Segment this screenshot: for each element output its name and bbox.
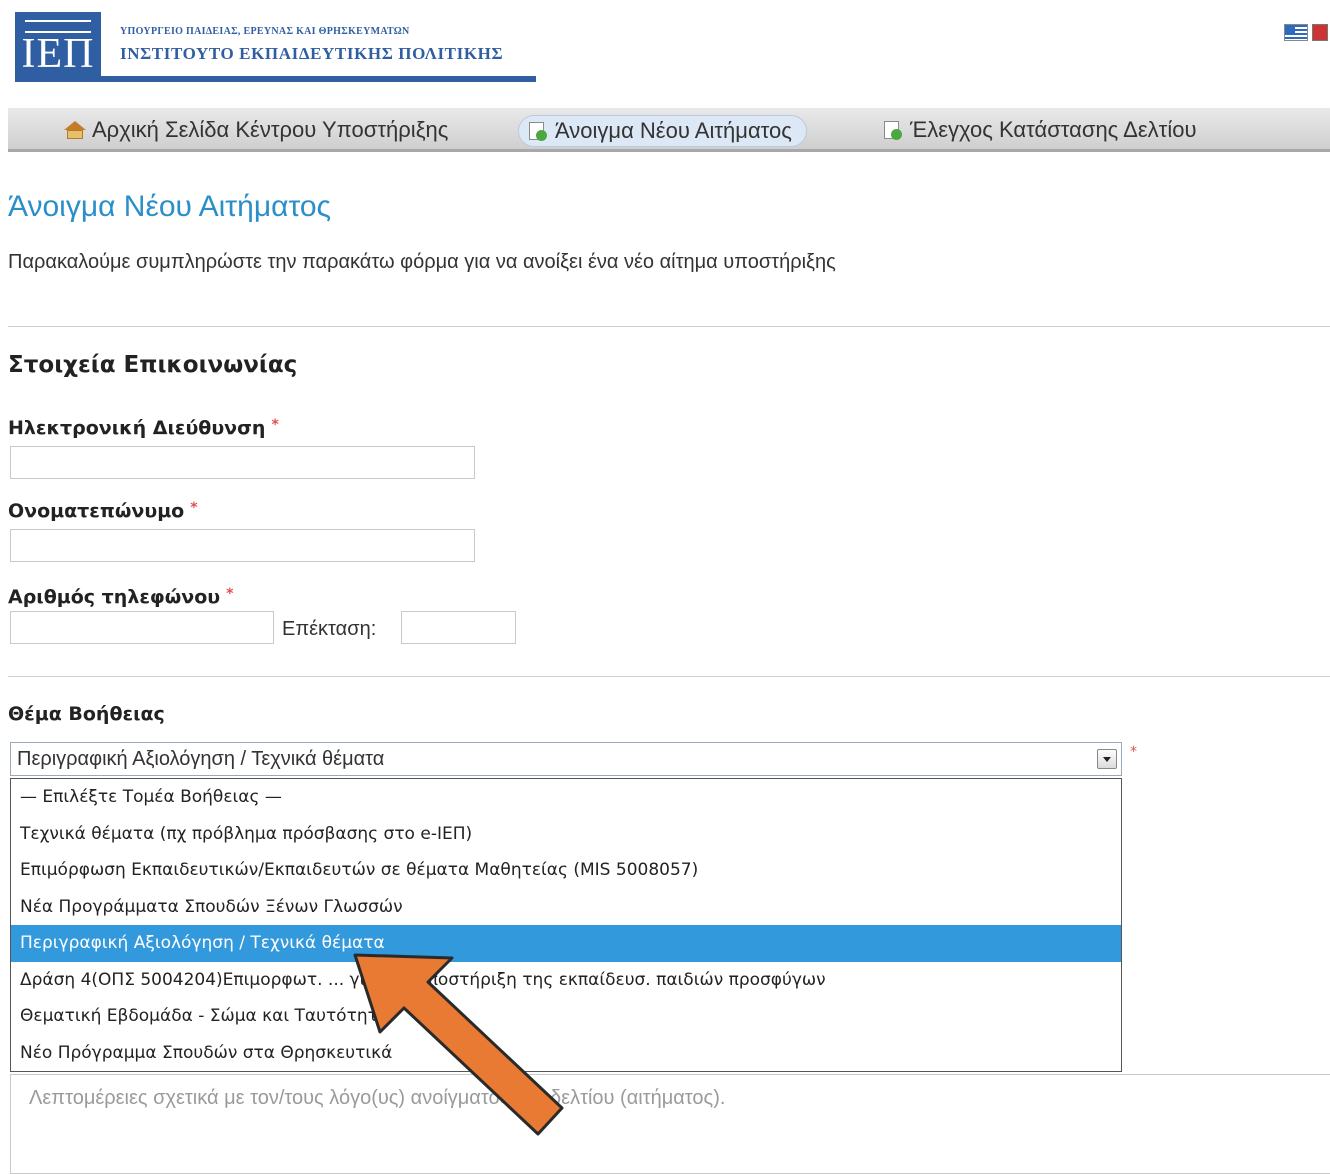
greek-flag-icon[interactable] [1284,24,1308,41]
email-input[interactable] [10,446,475,479]
page-description: Παρακαλούμε συμπληρώστε την παρακάτω φόρ… [8,251,836,273]
help-topic-dropdown: — Επιλέξτε Τομέα Βοήθειας — Τεχνικά θέμα… [10,778,1122,1072]
required-mark: * [226,586,234,602]
dropdown-option[interactable]: Θεματική Εβδομάδα - Σώμα και Ταυτότητα [11,998,1121,1035]
required-mark: * [1130,744,1137,760]
iep-logo[interactable]: ΙΕΠ [15,12,101,82]
phone-label-text: Αριθμός τηλεφώνου [8,586,221,608]
extension-input[interactable] [401,611,516,644]
name-label: Ονοματεπώνυμο * [8,500,198,522]
nav-item-home[interactable]: Αρχική Σελίδα Κέντρου Υποστήριξης [56,115,462,145]
nav-item-ticket-status[interactable]: Έλεγχος Κατάστασης Δελτίου [874,115,1211,145]
main-nav: Αρχική Σελίδα Κέντρου Υποστήριξης Άνοιγμ… [8,108,1330,152]
home-icon [64,120,86,140]
dropdown-option[interactable]: Τεχνικά θέματα (πχ πρόβλημα πρόσβασης στ… [11,816,1121,853]
details-placeholder: Λεπτομέρειες σχετικά με τον/τους λόγο(υς… [29,1087,726,1109]
dropdown-option[interactable]: Νέο Πρόγραμμα Σπουδών στα Θρησκευτικά [11,1035,1121,1072]
required-mark: * [271,417,279,433]
page-title: Άνοιγμα Νέου Αιτήματος [8,190,332,223]
phone-label: Αριθμός τηλεφώνου * [8,586,233,608]
dropdown-option[interactable]: Δράση 4(ΟΠΣ 5004204)Επιμορφωτ. ... για τ… [11,962,1121,999]
english-flag-icon[interactable] [1312,24,1328,41]
email-label: Ηλεκτρονική Διεύθυνση * [8,417,279,439]
email-label-text: Ηλεκτρονική Διεύθυνση [8,417,266,439]
dropdown-option-selected[interactable]: Περιγραφική Αξιολόγηση / Τεχνικά θέματα [11,925,1121,962]
divider [8,676,1330,677]
nav-item-new-ticket[interactable]: Άνοιγμα Νέου Αιτήματος [518,115,807,147]
language-switcher [1284,24,1328,41]
institute-name: ΙΝΣΤΙΤΟΥΤΟ ΕΚΠΑΙΔΕΥΤΙΚΗΣ ΠΟΛΙΤΙΚΗΣ [120,44,504,63]
nav-item-label: Αρχική Σελίδα Κέντρου Υποστήριξης [92,117,449,142]
extension-label: Επέκταση: [282,618,377,640]
divider [8,326,1330,327]
nav-item-label: Έλεγχος Κατάστασης Δελτίου [910,117,1197,142]
required-mark: * [190,500,198,516]
name-label-text: Ονοματεπώνυμο [8,500,185,522]
dropdown-option[interactable]: Νέα Προγράμματα Σπουδών Ξένων Γλωσσών [11,889,1121,926]
nav-item-label: Άνοιγμα Νέου Αιτήματος [555,118,792,143]
phone-input[interactable] [10,611,274,644]
logo-text: ΙΕΠ [21,31,95,77]
details-textarea[interactable]: Λεπτομέρειες σχετικά με τον/τους λόγο(υς… [10,1074,1330,1174]
help-topic-label: Θέμα Βοήθειας [8,703,165,725]
help-topic-select[interactable]: Περιγραφική Αξιολόγηση / Τεχνικά θέματα [10,742,1122,776]
header-underline [15,76,536,82]
new-ticket-icon [527,121,547,141]
dropdown-option[interactable]: — Επιλέξτε Τομέα Βοήθειας — [11,779,1121,816]
fullname-input[interactable] [10,529,475,562]
ministry-name: ΥΠΟΥΡΓΕΙΟ ΠΑΙΔΕΙΑΣ, ΕΡΕΥΝΑΣ ΚΑΙ ΘΡΗΣΚΕΥΜ… [120,26,410,37]
chevron-down-icon[interactable] [1097,749,1117,769]
help-topic-selected-value: Περιγραφική Αξιολόγηση / Τεχνικά θέματα [17,748,385,770]
ticket-status-icon [882,120,902,140]
dropdown-option[interactable]: Επιμόρφωση Εκπαιδευτικών/Εκπαιδευτών σε … [11,852,1121,889]
contact-section-title: Στοιχεία Επικοινωνίας [8,352,298,378]
